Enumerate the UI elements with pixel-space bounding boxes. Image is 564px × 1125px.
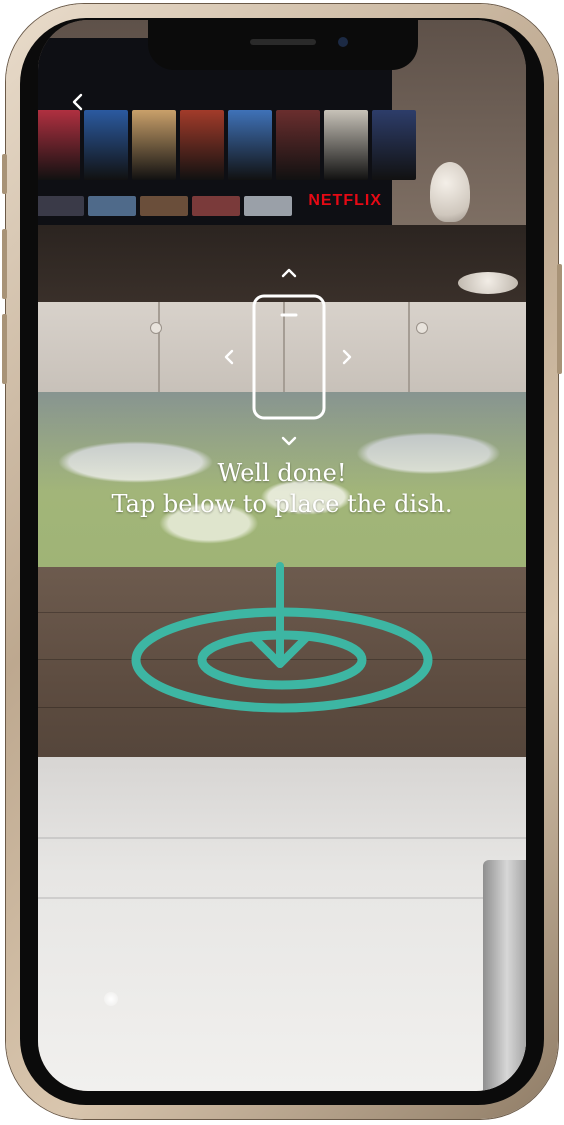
front-camera bbox=[338, 37, 348, 47]
instruction-line-1: Well done! bbox=[217, 459, 347, 487]
tv-thumb bbox=[140, 196, 188, 216]
drawer-knob bbox=[416, 322, 428, 334]
tv-thumb bbox=[88, 196, 136, 216]
light-reflection bbox=[104, 992, 118, 1006]
decorative-bowl bbox=[458, 272, 518, 294]
chevron-left-icon bbox=[224, 349, 234, 365]
mute-switch bbox=[2, 154, 7, 194]
camera-feed: NETFLIX bbox=[38, 20, 526, 1091]
tv-thumb bbox=[244, 196, 292, 216]
volume-down-button bbox=[2, 314, 7, 384]
metal-canister bbox=[483, 860, 526, 1091]
placement-target[interactable] bbox=[130, 560, 434, 720]
chevron-left-icon bbox=[72, 93, 83, 111]
chevron-up-icon bbox=[281, 268, 297, 278]
tv-poster bbox=[276, 110, 320, 180]
chevron-down-icon bbox=[281, 436, 297, 446]
tv-poster bbox=[372, 110, 416, 180]
tv-poster bbox=[180, 110, 224, 180]
glass-table-top bbox=[38, 757, 526, 1091]
tv-poster bbox=[84, 110, 128, 180]
tv-thumb bbox=[38, 196, 84, 216]
tv-poster bbox=[38, 110, 80, 180]
power-button bbox=[557, 264, 562, 374]
back-button[interactable] bbox=[66, 90, 90, 114]
tv-poster bbox=[228, 110, 272, 180]
instruction-text: Well done! Tap below to place the dish. bbox=[38, 458, 526, 520]
drawer-knob bbox=[150, 322, 162, 334]
tv-poster bbox=[324, 110, 368, 180]
tv-poster-row bbox=[38, 110, 416, 180]
speaker-grille bbox=[250, 39, 316, 45]
down-arrow-target-icon bbox=[131, 562, 433, 713]
ar-camera-screen: NETFLIX Well done! Tap below to place th… bbox=[38, 20, 526, 1091]
table-reflection-line bbox=[38, 897, 526, 899]
volume-up-button bbox=[2, 229, 7, 299]
netflix-logo: NETFLIX bbox=[308, 192, 382, 209]
table-reflection-line bbox=[38, 837, 526, 839]
chevron-right-icon bbox=[342, 349, 352, 365]
decorative-vase bbox=[430, 162, 470, 222]
tv-thumb bbox=[192, 196, 240, 216]
tv-strip-row bbox=[38, 196, 292, 216]
move-phone-guide bbox=[208, 260, 358, 460]
notch bbox=[148, 20, 418, 70]
instruction-line-2: Tap below to place the dish. bbox=[111, 490, 453, 518]
tv-poster bbox=[132, 110, 176, 180]
